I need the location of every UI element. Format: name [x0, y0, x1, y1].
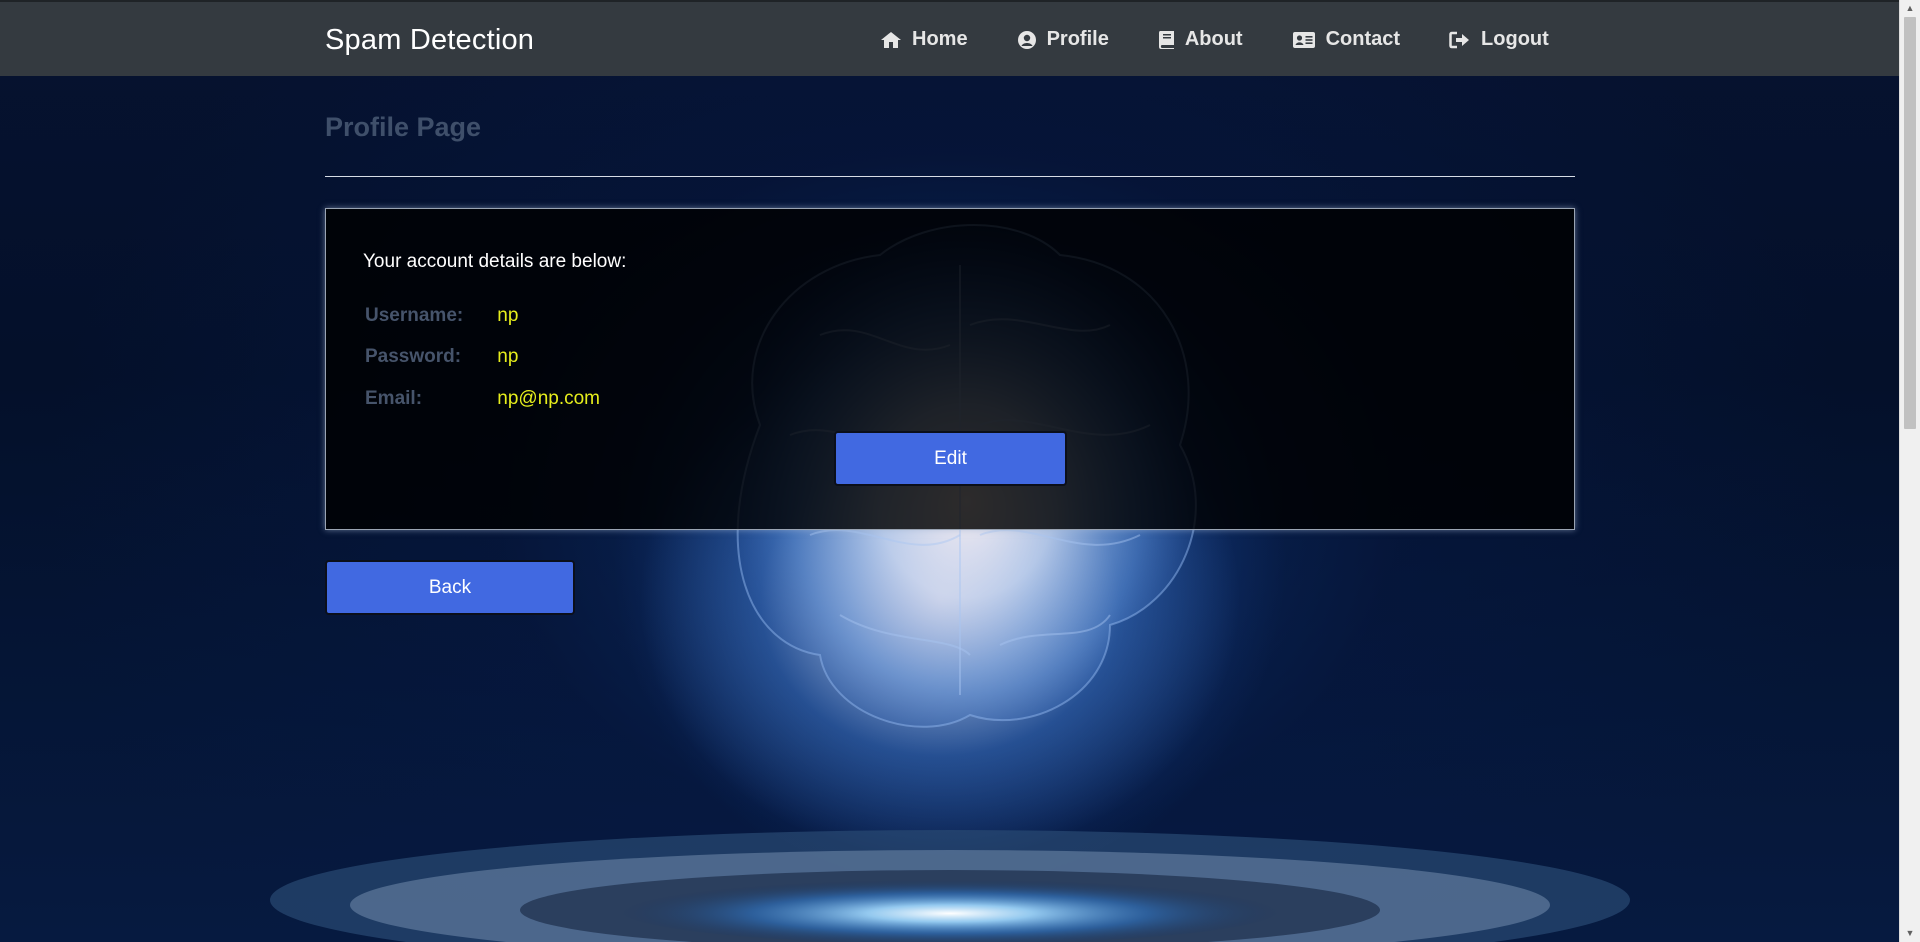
sign-out-icon	[1449, 31, 1470, 48]
platform-illustration	[270, 830, 1630, 942]
back-button[interactable]: Back	[325, 560, 575, 615]
nav-item-profile[interactable]: Profile	[1017, 28, 1109, 51]
nav-item-about[interactable]: About	[1158, 28, 1243, 51]
user-circle-icon	[1017, 30, 1036, 49]
page: Spam Detection Home Profile About Contac…	[0, 0, 1900, 942]
nav-item-label: About	[1184, 28, 1243, 50]
password-row: Password: np	[365, 346, 518, 368]
email-value: np@np.com	[497, 388, 601, 409]
scrollbar-thumb[interactable]	[1904, 17, 1916, 429]
address-card-icon	[1292, 31, 1315, 48]
page-title: Profile Page	[325, 112, 482, 142]
edit-button[interactable]: Edit	[834, 431, 1067, 486]
navbar: Spam Detection Home Profile About Contac…	[0, 0, 1900, 76]
nav-item-label: Profile	[1046, 28, 1109, 50]
home-icon	[881, 31, 901, 48]
nav-item-label: Contact	[1325, 28, 1401, 50]
email-label: Email:	[365, 388, 423, 409]
brand-logo-text[interactable]: Spam Detection	[325, 24, 534, 57]
username-label: Username:	[365, 305, 464, 326]
title-divider	[325, 176, 1575, 177]
nav-item-contact[interactable]: Contact	[1292, 28, 1400, 51]
account-intro-text: Your account details are below:	[363, 251, 627, 272]
book-icon	[1158, 30, 1174, 49]
password-label: Password:	[365, 346, 462, 367]
nav-item-label: Home	[912, 28, 968, 50]
username-value: np	[497, 305, 519, 326]
scroll-down-arrow-icon[interactable]: ▼	[1900, 925, 1920, 942]
password-value: np	[497, 346, 519, 367]
nav-item-home[interactable]: Home	[880, 28, 968, 51]
email-row: Email: np@np.com	[365, 388, 600, 410]
vertical-scrollbar[interactable]: ▲ ▼	[1899, 0, 1920, 942]
nav-links: Home Profile About Contact Logout	[880, 28, 1900, 51]
scroll-up-arrow-icon[interactable]: ▲	[1900, 0, 1920, 17]
nav-item-label: Logout	[1481, 28, 1549, 50]
nav-item-logout[interactable]: Logout	[1449, 28, 1549, 51]
account-details-card: Your account details are below: Username…	[325, 208, 1575, 530]
username-row: Username: np	[365, 305, 518, 327]
